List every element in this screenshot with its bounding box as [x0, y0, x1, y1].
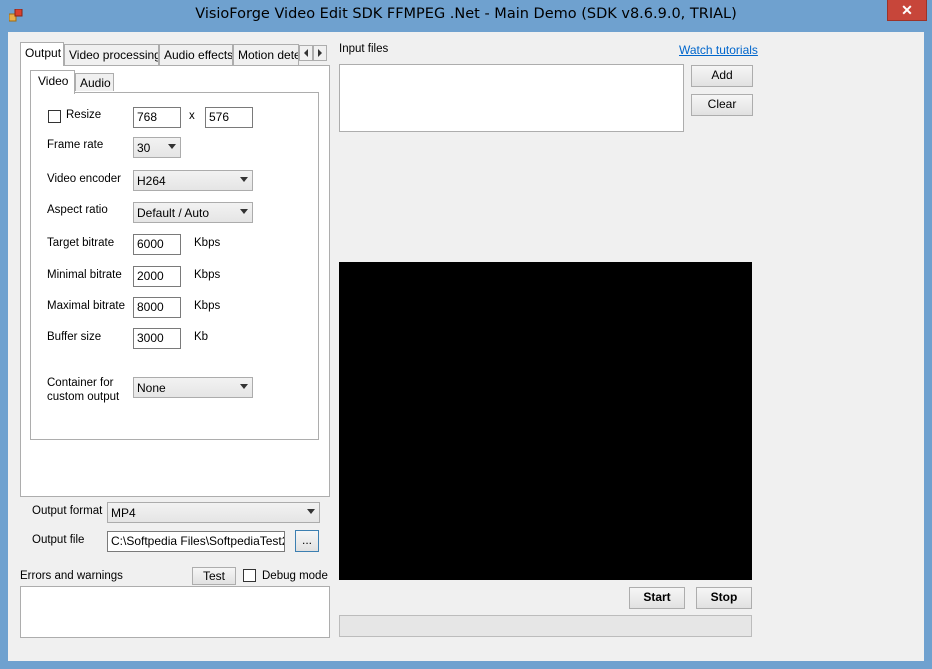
- chevron-down-icon: [240, 209, 248, 214]
- watch-tutorials-link[interactable]: Watch tutorials: [679, 43, 758, 57]
- stop-button[interactable]: Stop: [696, 587, 752, 609]
- tab-audio-effects[interactable]: Audio effects: [159, 44, 233, 65]
- errors-textbox[interactable]: [20, 586, 330, 638]
- chevron-down-icon: [240, 384, 248, 389]
- app-window: VisioForge Video Edit SDK FFMPEG .Net - …: [0, 0, 932, 669]
- input-files-list[interactable]: [339, 64, 684, 132]
- chevron-right-icon: [318, 49, 322, 57]
- tab-motion-detection[interactable]: Motion dete: [233, 44, 299, 65]
- window-title: VisioForge Video Edit SDK FFMPEG .Net - …: [195, 6, 737, 22]
- container-value: None: [137, 381, 166, 395]
- subtab-video[interactable]: Video: [30, 70, 75, 94]
- output-format-select[interactable]: MP4: [107, 502, 320, 523]
- clear-button[interactable]: Clear: [691, 94, 753, 116]
- browse-output-button[interactable]: ...: [295, 530, 319, 552]
- maximal-bitrate-label: Maximal bitrate: [47, 300, 125, 312]
- video-encoder-select[interactable]: H264: [133, 170, 253, 191]
- errors-label: Errors and warnings: [20, 570, 123, 582]
- maximal-bitrate-input[interactable]: 8000: [133, 297, 181, 318]
- subtab-audio-label: Audio: [80, 76, 111, 90]
- chevron-down-icon: [168, 144, 176, 149]
- tab-audio-effects-label: Audio effects: [164, 48, 233, 62]
- test-button[interactable]: Test: [192, 567, 236, 585]
- aspect-ratio-label: Aspect ratio: [47, 204, 108, 216]
- output-file-label: Output file: [32, 534, 85, 546]
- output-format-value: MP4: [111, 506, 136, 520]
- resize-label: Resize: [66, 109, 102, 121]
- output-file-input[interactable]: C:\Softpedia Files\SoftpediaTest2.avi: [107, 531, 285, 552]
- resize-height-input[interactable]: 576: [205, 107, 253, 128]
- output-format-label: Output format: [32, 505, 103, 517]
- frame-rate-select[interactable]: 30: [133, 137, 181, 158]
- main-client-area: Output Video processing Audio effects Mo…: [8, 32, 924, 661]
- maximal-bitrate-unit: Kbps: [194, 300, 221, 312]
- resize-checkbox[interactable]: [48, 110, 61, 123]
- buffer-size-input[interactable]: 3000: [133, 328, 181, 349]
- chevron-down-icon: [307, 509, 315, 514]
- tab-motion-detection-label: Motion dete: [238, 48, 299, 62]
- target-bitrate-label: Target bitrate: [47, 237, 115, 249]
- chevron-left-icon: [304, 49, 308, 57]
- buffer-size-unit: Kb: [194, 331, 209, 343]
- tab-video-processing[interactable]: Video processing: [64, 44, 159, 65]
- tab-scroll-right-button[interactable]: [313, 45, 327, 61]
- aspect-ratio-select[interactable]: Default / Auto: [133, 202, 253, 223]
- start-button[interactable]: Start: [629, 587, 685, 609]
- tab-video-processing-label: Video processing: [69, 48, 159, 62]
- container-select[interactable]: None: [133, 377, 253, 398]
- minimal-bitrate-input[interactable]: 2000: [133, 266, 181, 287]
- container-label-line2: custom output: [47, 391, 120, 403]
- video-preview: [339, 262, 752, 580]
- buffer-size-label: Buffer size: [47, 331, 102, 343]
- resize-separator: x: [189, 110, 195, 122]
- tab-output-label: Output: [25, 46, 62, 60]
- close-button[interactable]: ✕: [887, 0, 927, 21]
- container-label-line1: Container for: [47, 377, 114, 389]
- add-button[interactable]: Add: [691, 65, 753, 87]
- video-encoder-label: Video encoder: [47, 173, 121, 185]
- subtab-video-label: Video: [38, 74, 69, 88]
- resize-width-input[interactable]: 768: [133, 107, 181, 128]
- tab-output[interactable]: Output: [20, 42, 64, 66]
- title-bar[interactable]: VisioForge Video Edit SDK FFMPEG .Net - …: [0, 0, 932, 32]
- minimal-bitrate-label: Minimal bitrate: [47, 269, 122, 281]
- target-bitrate-unit: Kbps: [194, 237, 221, 249]
- minimal-bitrate-unit: Kbps: [194, 269, 221, 281]
- progress-bar: [339, 615, 752, 637]
- aspect-ratio-value: Default / Auto: [137, 206, 210, 220]
- frame-rate-label: Frame rate: [47, 139, 104, 151]
- target-bitrate-input[interactable]: 6000: [133, 234, 181, 255]
- subtab-audio[interactable]: Audio: [75, 73, 114, 91]
- frame-rate-value: 30: [137, 141, 151, 155]
- video-encoder-value: H264: [137, 174, 166, 188]
- debug-mode-checkbox[interactable]: [243, 569, 256, 582]
- chevron-down-icon: [240, 177, 248, 182]
- input-files-label: Input files: [339, 43, 389, 55]
- tab-scroll-left-button[interactable]: [299, 45, 313, 61]
- close-icon: ✕: [901, 2, 913, 18]
- debug-mode-label: Debug mode: [262, 570, 328, 582]
